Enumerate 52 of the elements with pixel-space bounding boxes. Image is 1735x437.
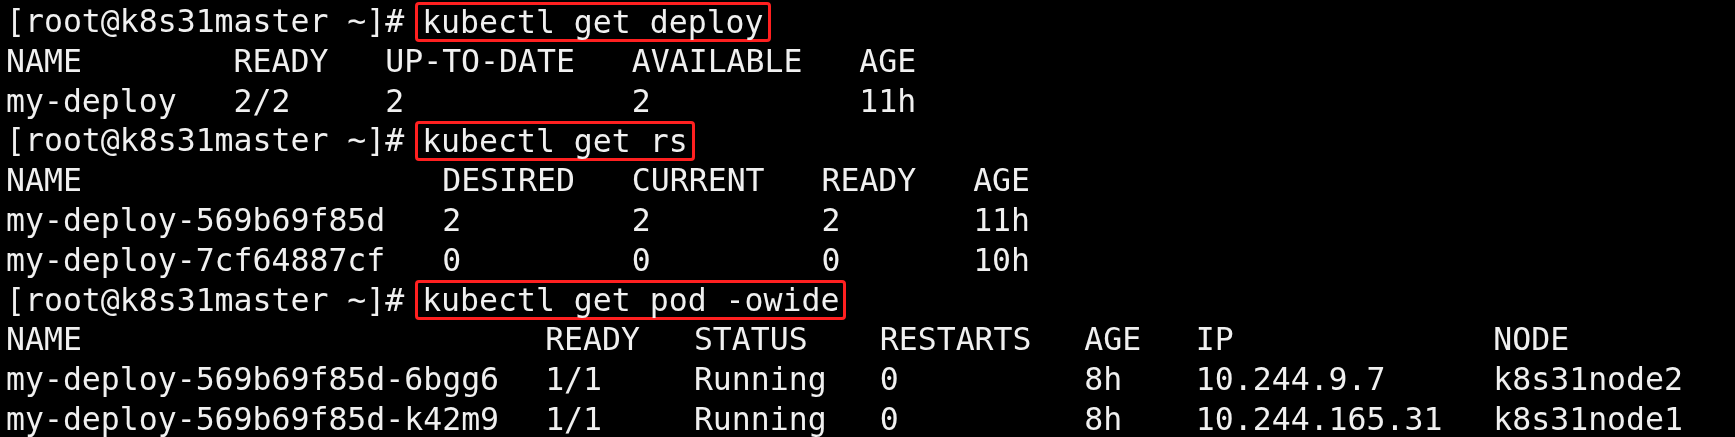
column-header: READY bbox=[545, 321, 640, 358]
table-cell: 8h bbox=[1084, 400, 1123, 437]
column-header: AGE bbox=[859, 42, 917, 79]
column-header: READY bbox=[233, 42, 329, 79]
column-header: STATUS bbox=[693, 321, 808, 358]
column-header: NODE bbox=[1493, 321, 1570, 358]
table-cell: 0 bbox=[879, 361, 899, 398]
table-cell: 2 bbox=[442, 202, 462, 238]
table-cell: 0 bbox=[442, 241, 462, 278]
prompt-text: [root@k8s31master ~]# bbox=[6, 2, 405, 41]
column-header: CURRENT bbox=[631, 162, 765, 199]
table-cell: 2 bbox=[631, 82, 651, 119]
column-header: AGE bbox=[973, 162, 1031, 199]
table-cell: 1/1 bbox=[545, 400, 603, 437]
table-cell: my-deploy-569b69f85d bbox=[6, 202, 386, 238]
table-cell: 8h bbox=[1084, 361, 1123, 398]
table-cell: k8s31node1 bbox=[1493, 400, 1683, 437]
column-header: NAME bbox=[6, 42, 82, 79]
prompt-text: [root@k8s31master ~]# bbox=[6, 280, 405, 320]
table-cell: 10.244.165.31 bbox=[1195, 400, 1443, 437]
table-cell: 1/1 bbox=[545, 361, 603, 398]
table-cell: my-deploy-569b69f85d-6bgg6 bbox=[6, 361, 500, 398]
table-cell: 2 bbox=[385, 82, 405, 119]
table-cell: 2 bbox=[821, 202, 841, 238]
command-text: kubectl get deploy bbox=[415, 1, 771, 42]
column-header: NAME bbox=[6, 321, 82, 358]
column-header: UP-TO-DATE bbox=[385, 42, 575, 79]
prompt-text: [root@k8s31master ~]# bbox=[6, 121, 405, 161]
table-cell: k8s31node2 bbox=[1493, 361, 1683, 398]
column-header: AGE bbox=[1084, 321, 1142, 358]
column-header: IP bbox=[1195, 321, 1234, 358]
table-cell: 2/2 bbox=[233, 82, 291, 119]
column-header: DESIRED bbox=[442, 162, 575, 199]
table-cell: Running bbox=[693, 400, 827, 437]
table-cell: 0 bbox=[631, 241, 651, 278]
table-cell: 10h bbox=[973, 241, 1031, 278]
table-cell: 0 bbox=[821, 241, 841, 278]
column-header: AVAILABLE bbox=[631, 42, 803, 79]
table-cell: Running bbox=[693, 361, 827, 398]
column-header: RESTARTS bbox=[879, 321, 1032, 358]
table-cell: my-deploy bbox=[6, 82, 177, 119]
command-text: kubectl get pod -owide bbox=[415, 280, 847, 321]
table-cell: 0 bbox=[879, 400, 899, 437]
table-cell: 10.244.9.7 bbox=[1195, 361, 1386, 398]
table-cell: 11h bbox=[973, 202, 1031, 238]
column-header: READY bbox=[821, 162, 917, 199]
table-cell: 11h bbox=[859, 82, 917, 119]
command-text: kubectl get rs bbox=[415, 121, 695, 162]
table-cell: my-deploy-7cf64887cf bbox=[6, 241, 386, 278]
column-header: NAME bbox=[6, 162, 82, 199]
table-cell: my-deploy-569b69f85d-k42m9 bbox=[6, 400, 500, 437]
table-cell: 2 bbox=[631, 202, 651, 238]
